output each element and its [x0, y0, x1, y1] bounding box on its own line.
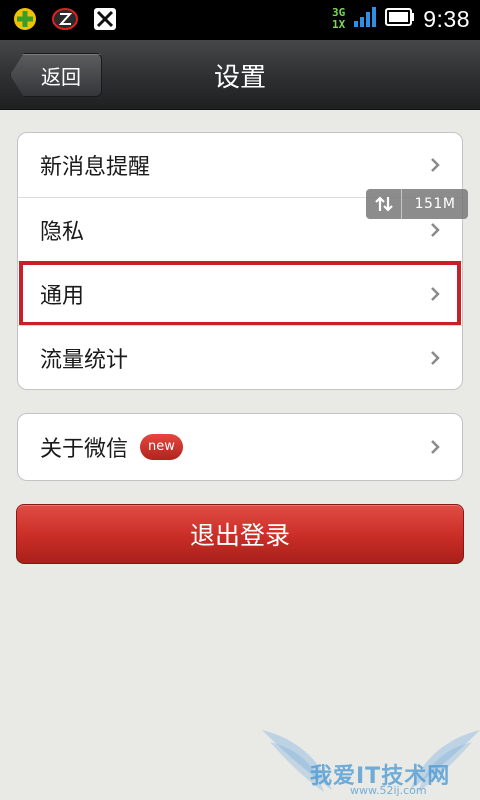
status-bar: 3G 1X 9:38 [0, 0, 480, 40]
settings-group: 新消息提醒 隐私 通用 流量统计 [17, 132, 463, 390]
chevron-right-icon [431, 440, 440, 454]
chevron-right-icon [431, 350, 440, 365]
z-app-icon [52, 6, 78, 32]
clock: 9:38 [423, 6, 470, 32]
logout-button-label: 退出登录 [189, 521, 290, 550]
notification-icons [12, 6, 118, 32]
chevron-right-icon [431, 222, 440, 237]
settings-item-data-usage[interactable]: 流量统计 [18, 325, 462, 389]
logout-button[interactable]: 退出登录 [16, 504, 464, 564]
settings-item-about[interactable]: 关于微信 new [18, 414, 462, 480]
settings-item-new-message-alerts[interactable]: 新消息提醒 [18, 133, 462, 197]
settings-item-label: 通用 [40, 283, 85, 309]
nav-bar: 返回 设置 [0, 40, 480, 110]
network-1x-label: 1X [331, 18, 346, 31]
battery-icon [385, 8, 415, 30]
data-transfer-icon [366, 189, 402, 219]
traffic-value: 151M [414, 196, 456, 212]
settings-item-general[interactable]: 通用 [18, 261, 462, 326]
watermark: 我爱IT技术网 www.52ij.com [262, 720, 480, 800]
back-button[interactable]: 返回 [10, 53, 102, 97]
new-badge: new [140, 434, 183, 460]
traffic-monitor-overlay[interactable]: 151M [366, 189, 468, 219]
back-button-label: 返回 [41, 64, 81, 89]
status-indicators: 3G 1X 9:38 [332, 4, 470, 34]
x-app-icon [92, 6, 118, 32]
app-add-icon [12, 6, 38, 32]
chevron-right-icon [431, 158, 440, 172]
about-label: 关于微信 [40, 437, 129, 462]
settings-item-label: 隐私 [40, 219, 85, 245]
signal-icon [353, 6, 377, 32]
watermark-url: www.52ij.com [350, 784, 427, 797]
chevron-right-icon [431, 286, 440, 301]
network-type: 3G 1X [332, 7, 345, 31]
settings-item-label: 流量统计 [40, 347, 129, 373]
settings-item-label: 新消息提醒 [40, 155, 151, 180]
about-group: 关于微信 new [17, 413, 463, 481]
